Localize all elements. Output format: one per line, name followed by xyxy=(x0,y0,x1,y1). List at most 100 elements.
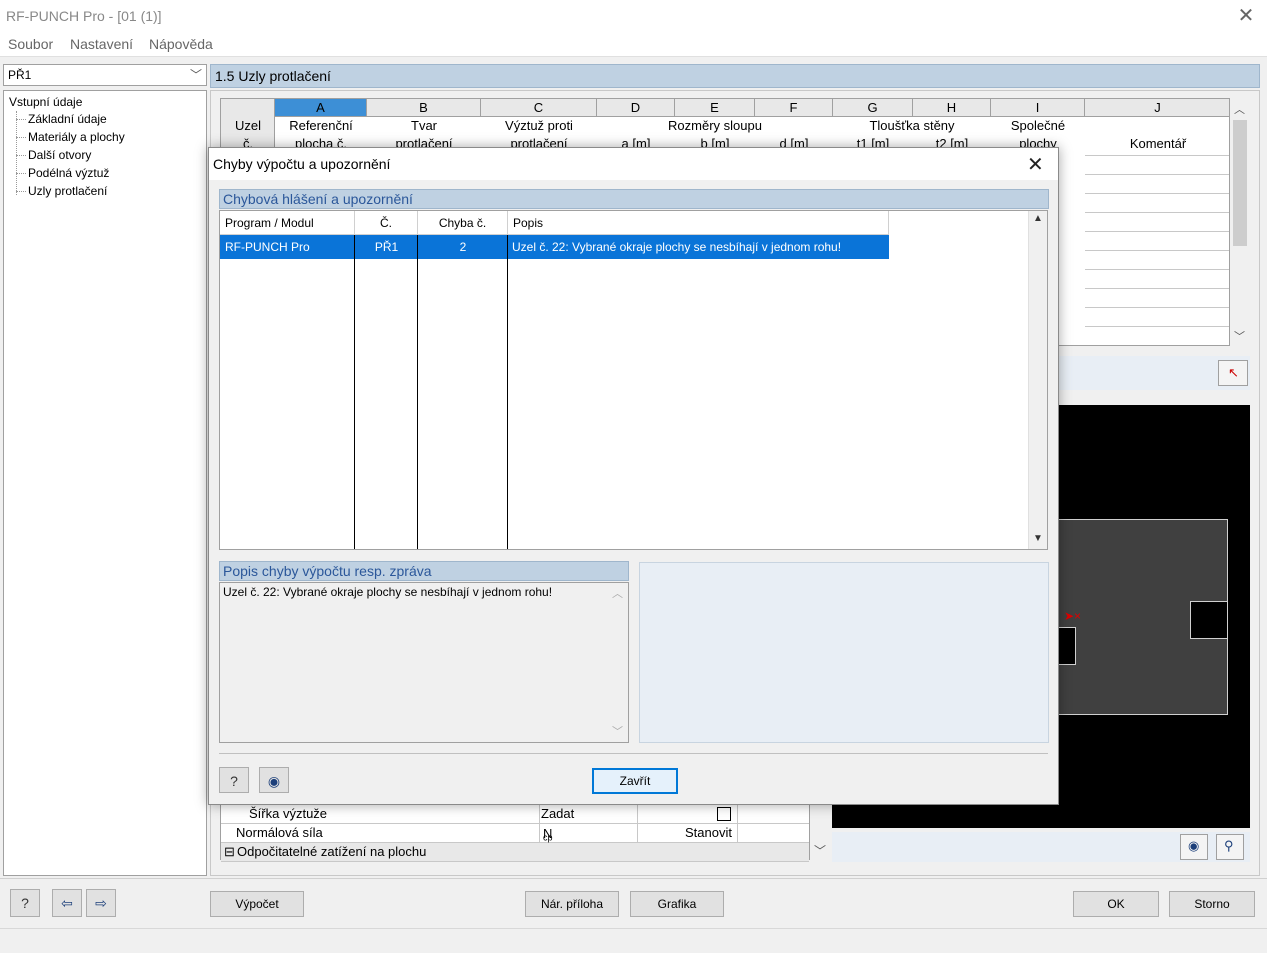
list-scrollbar[interactable]: ▲ ▼ xyxy=(1028,211,1047,549)
hdr-ref-plocha: Referenční xyxy=(289,118,353,133)
prop-label-odpocitatelne: Odpočitatelné zatížení na plochu xyxy=(237,844,427,859)
dialog-close-icon[interactable]: ✕ xyxy=(1027,152,1044,177)
preview-panel xyxy=(639,562,1049,743)
opening-right xyxy=(1190,601,1228,639)
section-header: 1.5 Uzly protlačení xyxy=(210,64,1260,88)
col-h[interactable]: H xyxy=(913,99,991,117)
desc-scroll-up-icon[interactable]: ︿ xyxy=(612,585,623,601)
col-i[interactable]: I xyxy=(991,99,1085,117)
view-eye-button[interactable]: ◉ xyxy=(1180,834,1208,860)
row-case: PŘ1 xyxy=(374,240,399,254)
close-icon[interactable]: ✕ xyxy=(1236,4,1256,28)
hdr-tloustka: Tloušťka stěny xyxy=(869,118,955,133)
cancel-button[interactable]: Storno xyxy=(1169,891,1255,917)
description-label: Popis chyby výpočtu resp. zpráva xyxy=(219,561,629,581)
select-pointer-button[interactable]: ↖ xyxy=(1218,360,1248,386)
tree-item-otvory[interactable]: Další otvory xyxy=(28,148,91,162)
menu-nastaveni[interactable]: Nastavení xyxy=(70,36,133,52)
col-d[interactable]: D xyxy=(597,99,675,117)
dialog-eye-button[interactable]: ◉ xyxy=(259,767,289,793)
list-header-program[interactable]: Program / Modul xyxy=(220,211,355,235)
errors-list[interactable]: Program / Modul Č. Chyba č. Popis RF-PUN… xyxy=(219,210,1048,550)
col-c[interactable]: C xyxy=(481,99,597,117)
desc-scroll-down-icon[interactable]: ﹀ xyxy=(612,723,623,739)
list-header-case[interactable]: Č. xyxy=(355,211,418,235)
ncp-symbol: N xyxy=(543,826,553,841)
col-f[interactable]: F xyxy=(755,99,833,117)
menu-napoveda[interactable]: Nápověda xyxy=(149,36,213,52)
col-g[interactable]: G xyxy=(833,99,913,117)
list-header-description[interactable]: Popis xyxy=(508,211,889,235)
tree-item-zakladni[interactable]: Základní údaje xyxy=(28,112,107,126)
prop-checkbox[interactable] xyxy=(717,807,731,821)
col-e[interactable]: E xyxy=(675,99,755,117)
help-icon: ? xyxy=(21,895,29,911)
prop-extra-normalova: Stanovit xyxy=(685,825,732,840)
tree-item-vyztuz[interactable]: Podélná výztuž xyxy=(28,166,109,180)
status-bar xyxy=(0,928,1267,953)
load-case-value: PŘ1 xyxy=(8,68,32,82)
section-title: 1.5 Uzly protlačení xyxy=(215,68,331,84)
description-text: Uzel č. 22: Vybrané okraje plochy se nes… xyxy=(223,585,553,599)
hdr-vyztuz: Výztuž proti xyxy=(505,118,573,133)
description-box: Uzel č. 22: Vybrané okraje plochy se nes… xyxy=(219,582,629,743)
canvas-tools: ◉ ⚲ xyxy=(832,832,1250,862)
tree-item-uzly[interactable]: Uzly protlačení xyxy=(28,184,107,198)
tree-root[interactable]: Vstupní údaje xyxy=(9,95,82,109)
list-scroll-down-icon[interactable]: ▼ xyxy=(1033,533,1043,544)
row-description: Uzel č. 22: Vybrané okraje plochy se nes… xyxy=(512,240,842,254)
col-j[interactable]: J xyxy=(1085,99,1229,117)
load-case-select[interactable]: PŘ1 ﹀ xyxy=(3,64,207,86)
dialog-title-bar: Chyby výpočtu a upozornění ✕ xyxy=(209,148,1058,180)
row-program: RF-PUNCH Pro xyxy=(225,240,310,254)
col-b[interactable]: B xyxy=(367,99,481,117)
list-header-error-no[interactable]: Chyba č. xyxy=(418,211,508,235)
dialog-eye-icon: ◉ xyxy=(267,773,281,789)
scroll-down-icon[interactable]: ﹀ xyxy=(1234,328,1245,344)
prop-row-odpocitatelne[interactable]: ⊟ Odpočitatelné zatížení na plochu xyxy=(221,843,809,862)
expander-icon[interactable]: ⊟ xyxy=(224,844,235,860)
import-button[interactable]: ⇦ xyxy=(52,889,82,917)
hdr-komentar: Komentář xyxy=(1129,136,1187,151)
hdr-spolecne: Společné xyxy=(1010,118,1066,133)
zoom-button[interactable]: ⚲ xyxy=(1216,834,1244,860)
props-scroll-down-icon[interactable]: ﹀ xyxy=(814,842,826,859)
errors-list-label: Chybová hlášení a upozornění xyxy=(219,189,1049,209)
chevron-down-icon: ﹀ xyxy=(190,68,203,82)
close-button[interactable]: Zavřít xyxy=(592,768,678,794)
menu-soubor[interactable]: Soubor xyxy=(8,36,53,52)
prop-label-normalova: Normálová síla xyxy=(236,825,323,840)
scroll-thumb[interactable] xyxy=(1233,120,1247,246)
export-icon: ⇨ xyxy=(95,895,107,911)
help-button[interactable]: ? xyxy=(10,889,40,917)
list-row[interactable]: RF-PUNCH Pro PŘ1 2 Uzel č. 22: Vybrané o… xyxy=(220,235,889,259)
prop-row-sirka[interactable]: Šířka výztuže Zadat xyxy=(221,805,809,824)
navigator-tree: Vstupní údaje Základní údaje Materiály a… xyxy=(3,90,207,876)
hdr-rozmery: Rozměry sloupu xyxy=(668,118,762,133)
import-icon: ⇦ xyxy=(61,895,73,911)
dialog-help-button[interactable]: ? xyxy=(219,767,249,793)
export-button[interactable]: ⇨ xyxy=(86,889,116,917)
col-a[interactable]: A xyxy=(275,99,367,117)
graphics-button[interactable]: Grafika xyxy=(630,891,724,917)
hdr-tvar: Tvar xyxy=(411,118,437,133)
national-annex-button[interactable]: Nár. příloha xyxy=(525,891,619,917)
eye-icon: ◉ xyxy=(1188,838,1200,853)
properties-table[interactable]: Šířka výztuže Zadat Normálová síla Ncp S… xyxy=(220,804,810,862)
prop-row-normalova[interactable]: Normálová síla Ncp Stanovit xyxy=(221,824,809,843)
tree-item-materialy[interactable]: Materiály a plochy xyxy=(28,130,125,144)
list-scroll-up-icon[interactable]: ▲ xyxy=(1033,213,1043,224)
prop-value-sirka: Zadat xyxy=(541,806,575,821)
window-title: RF-PUNCH Pro - [01 (1)] xyxy=(6,8,162,24)
menu-bar: Soubor Nastavení Nápověda xyxy=(0,33,1267,57)
scroll-up-icon[interactable]: ︿ xyxy=(1234,101,1245,117)
calculate-button[interactable]: Výpočet xyxy=(210,891,304,917)
dialog-help-icon: ? xyxy=(230,773,238,789)
node-marker-icon: ➤× xyxy=(1064,609,1082,623)
ok-button[interactable]: OK xyxy=(1073,891,1159,917)
row-error-no: 2 xyxy=(459,240,467,254)
zoom-icon: ⚲ xyxy=(1224,838,1234,853)
errors-dialog: Chyby výpočtu a upozornění ✕ Chybová hlá… xyxy=(208,147,1059,805)
table-scrollbar[interactable]: ︿ ﹀ xyxy=(1231,98,1249,346)
hdr-uzel: Uzel xyxy=(234,118,261,133)
